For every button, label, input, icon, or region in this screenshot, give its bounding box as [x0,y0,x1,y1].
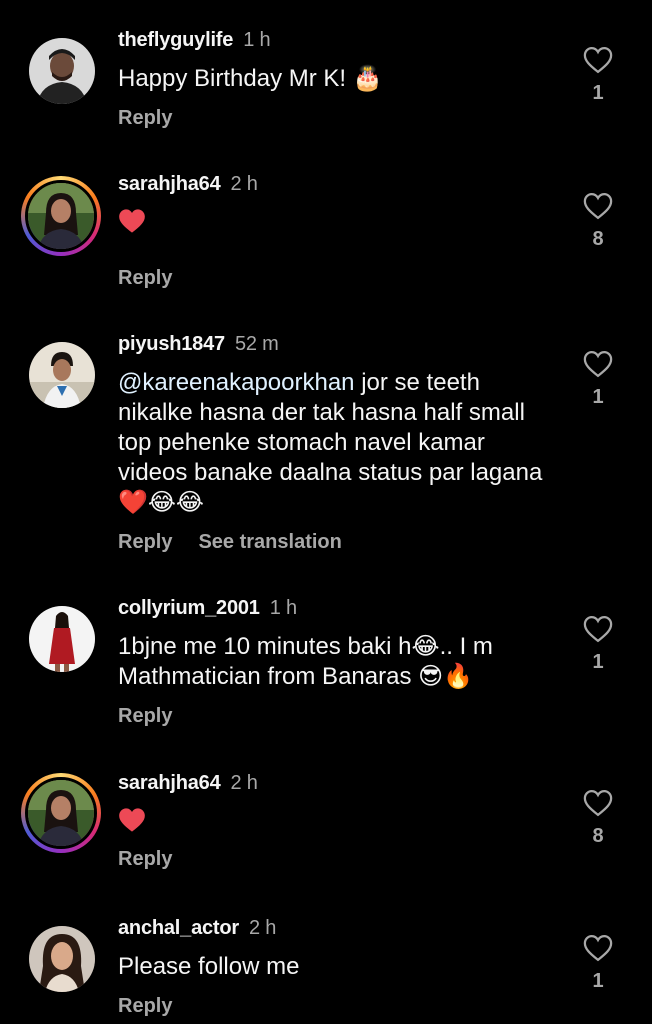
avatar[interactable] [29,38,95,104]
comment-text [118,208,558,238]
like-control: 1 [575,934,621,992]
like-control: 1 [575,615,621,673]
reply-button[interactable]: Reply [118,848,172,870]
comment-time: 1 h [243,29,271,51]
woman-portrait-avatar-icon [28,183,94,249]
reply-button[interactable]: Reply [118,531,172,553]
avatar[interactable] [29,926,95,992]
red-heart-emoji-icon [119,209,145,233]
heart-outline-icon[interactable] [583,46,613,74]
like-count: 1 [592,386,604,408]
comment-time: 2 h [249,917,277,939]
comment-text: Please follow me [118,953,300,980]
like-control: 1 [575,46,621,104]
comment-text: 1bjne me 10 minutes baki h😂.. I m Mathma… [118,633,493,690]
reply-button[interactable]: Reply [118,705,172,727]
avatar-story-ring[interactable] [21,176,101,256]
sunglasses-fire-emojis: 😎🔥 [418,663,474,690]
comment-time: 2 h [230,173,258,195]
comment-username[interactable]: sarahjha64 [118,772,221,794]
avatar-story-ring[interactable] [21,773,101,853]
reply-button[interactable]: Reply [118,995,172,1017]
heart-outline-icon[interactable] [583,350,613,378]
heart-outline-icon[interactable] [583,615,613,643]
comment-text: @kareenakapoorkhan jor se teeth nikalke … [118,369,543,516]
red-heart-emoji-icon [119,808,145,832]
woman-portrait-avatar-icon [28,780,94,846]
heart-outline-icon[interactable] [583,192,613,220]
man-portrait-avatar-icon [29,38,95,104]
like-count: 1 [592,651,604,673]
heart-laughing-emojis: ❤️😂😂 [118,489,204,516]
mention-link[interactable]: @kareenakapoorkhan [118,369,355,396]
comment-username[interactable]: sarahjha64 [118,173,221,195]
heart-outline-icon[interactable] [583,934,613,962]
reply-button[interactable]: Reply [118,267,172,289]
woman-red-dress-avatar-icon [29,606,95,672]
comment-time: 2 h [230,772,258,794]
like-count: 1 [592,82,604,104]
avatar[interactable] [29,342,95,408]
comment-username[interactable]: collyrium_2001 [118,597,260,619]
laughing-emoji: 😂 [411,633,440,660]
like-control: 1 [575,350,621,408]
avatar[interactable] [29,606,95,672]
boy-portrait-avatar-icon [29,342,95,408]
reply-button[interactable]: Reply [118,107,172,129]
comment-username[interactable]: theflyguylife [118,29,233,51]
woman-portrait-avatar-icon [29,926,95,992]
like-control: 8 [575,789,621,847]
like-count: 1 [592,970,604,992]
comment-time: 1 h [269,597,297,619]
like-control: 8 [575,192,621,250]
comment-username[interactable]: anchal_actor [118,917,239,939]
like-count: 8 [592,228,604,250]
comment-text: Happy Birthday Mr K! 🎂 [118,65,383,92]
comment-username[interactable]: piyush1847 [118,333,225,355]
cake-emoji: 🎂 [352,65,383,92]
heart-outline-icon[interactable] [583,789,613,817]
like-count: 8 [592,825,604,847]
see-translation-button[interactable]: See translation [198,531,341,553]
comment-text [118,807,558,837]
comment-list: theflyguylife 1 h Happy Birthday Mr K! 🎂 … [0,0,652,1024]
comment-time: 52 m [234,333,279,355]
